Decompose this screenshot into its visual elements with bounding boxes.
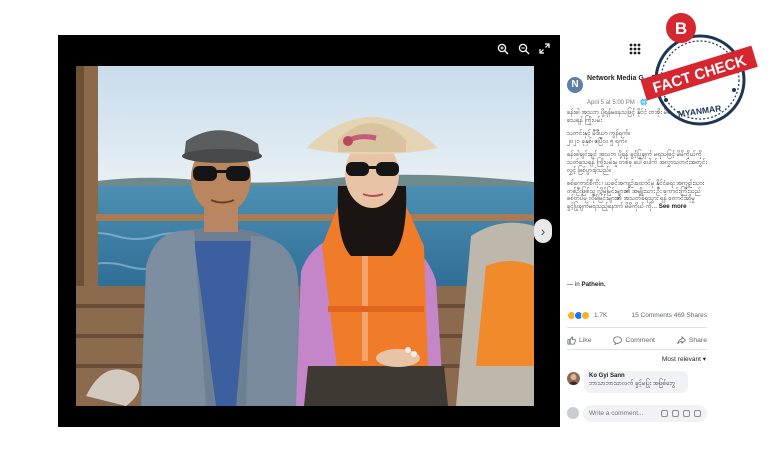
avatar[interactable] — [567, 372, 580, 385]
thumbs-up-icon — [567, 335, 576, 345]
location-prefix: — in — [567, 281, 580, 288]
page-avatar[interactable]: N — [567, 77, 583, 93]
comments-shares-count[interactable]: 15 Comments 469 Shares — [631, 312, 707, 319]
shares-count[interactable]: 469 Shares — [674, 312, 707, 319]
comment-sort-dropdown[interactable]: Most relevant ▾ — [662, 355, 706, 363]
location-link[interactable]: Pathein. — [581, 281, 605, 288]
badge-letter: B — [675, 19, 687, 38]
zoom-out-icon[interactable] — [516, 43, 531, 58]
write-comment-row — [567, 405, 707, 422]
comment-item: Ko Gyi Sann ဘာသာဘာသာလက် ခွင့်မပြုး အဖြစ်… — [567, 371, 707, 393]
fact-check-badge: B FACT CHECK MYANMAR — [636, 8, 760, 136]
post-photo[interactable] — [76, 66, 534, 406]
share-button[interactable]: Share — [677, 333, 707, 347]
viewer-toolbar — [495, 43, 552, 58]
post-actions: Like Comment Share — [567, 333, 707, 347]
comments-count[interactable]: 15 Comments — [631, 312, 671, 319]
emoji-icon[interactable] — [661, 410, 668, 417]
zoom-in-icon[interactable] — [495, 43, 510, 58]
comment-text: ဘာသာဘာသာလက် ခွင့်မပြုး အဖြစ်ဘွေ — [589, 381, 676, 387]
avatar — [567, 407, 579, 419]
comment-label: Comment — [625, 336, 655, 344]
next-photo-button[interactable]: › — [534, 219, 552, 243]
photo-viewer: › — [58, 35, 560, 427]
camera-icon[interactable] — [672, 410, 679, 417]
share-label: Share — [688, 336, 707, 344]
share-icon — [677, 335, 686, 344]
post-location: — in Pathein. — [567, 281, 606, 288]
post-paragraph: စစ်ကောင်စီကိုး ၊ ယခင်အကျဉ်းထောင်မှ နိုင်… — [567, 180, 711, 210]
divider — [567, 327, 707, 328]
comment-bubble: Ko Gyi Sann ဘာသာဘာသာလက် ခွင့်မပြုး အဖြစ်… — [584, 371, 688, 393]
gif-icon[interactable] — [683, 410, 690, 417]
fullscreen-icon[interactable] — [537, 43, 552, 58]
see-more-link[interactable]: See more — [659, 203, 687, 210]
like-label: Like — [579, 336, 592, 344]
reactions-icons[interactable] — [567, 311, 590, 320]
post-paragraph: ခန်းဓါချင်းချင် အသဘ ပို့ရန် ခွင့်ပြုချက်… — [567, 151, 707, 174]
wow-reaction-icon — [581, 311, 590, 320]
like-button[interactable]: Like — [567, 333, 591, 347]
reaction-count[interactable]: 1.7K — [594, 312, 607, 319]
engagement-stats: 1.7K 15 Comments 469 Shares — [567, 310, 707, 322]
comment-button[interactable]: Comment — [613, 333, 655, 347]
sticker-icon[interactable] — [694, 410, 701, 417]
comment-icon — [613, 335, 623, 345]
divider — [567, 349, 707, 350]
comment-input-tools — [661, 410, 701, 417]
